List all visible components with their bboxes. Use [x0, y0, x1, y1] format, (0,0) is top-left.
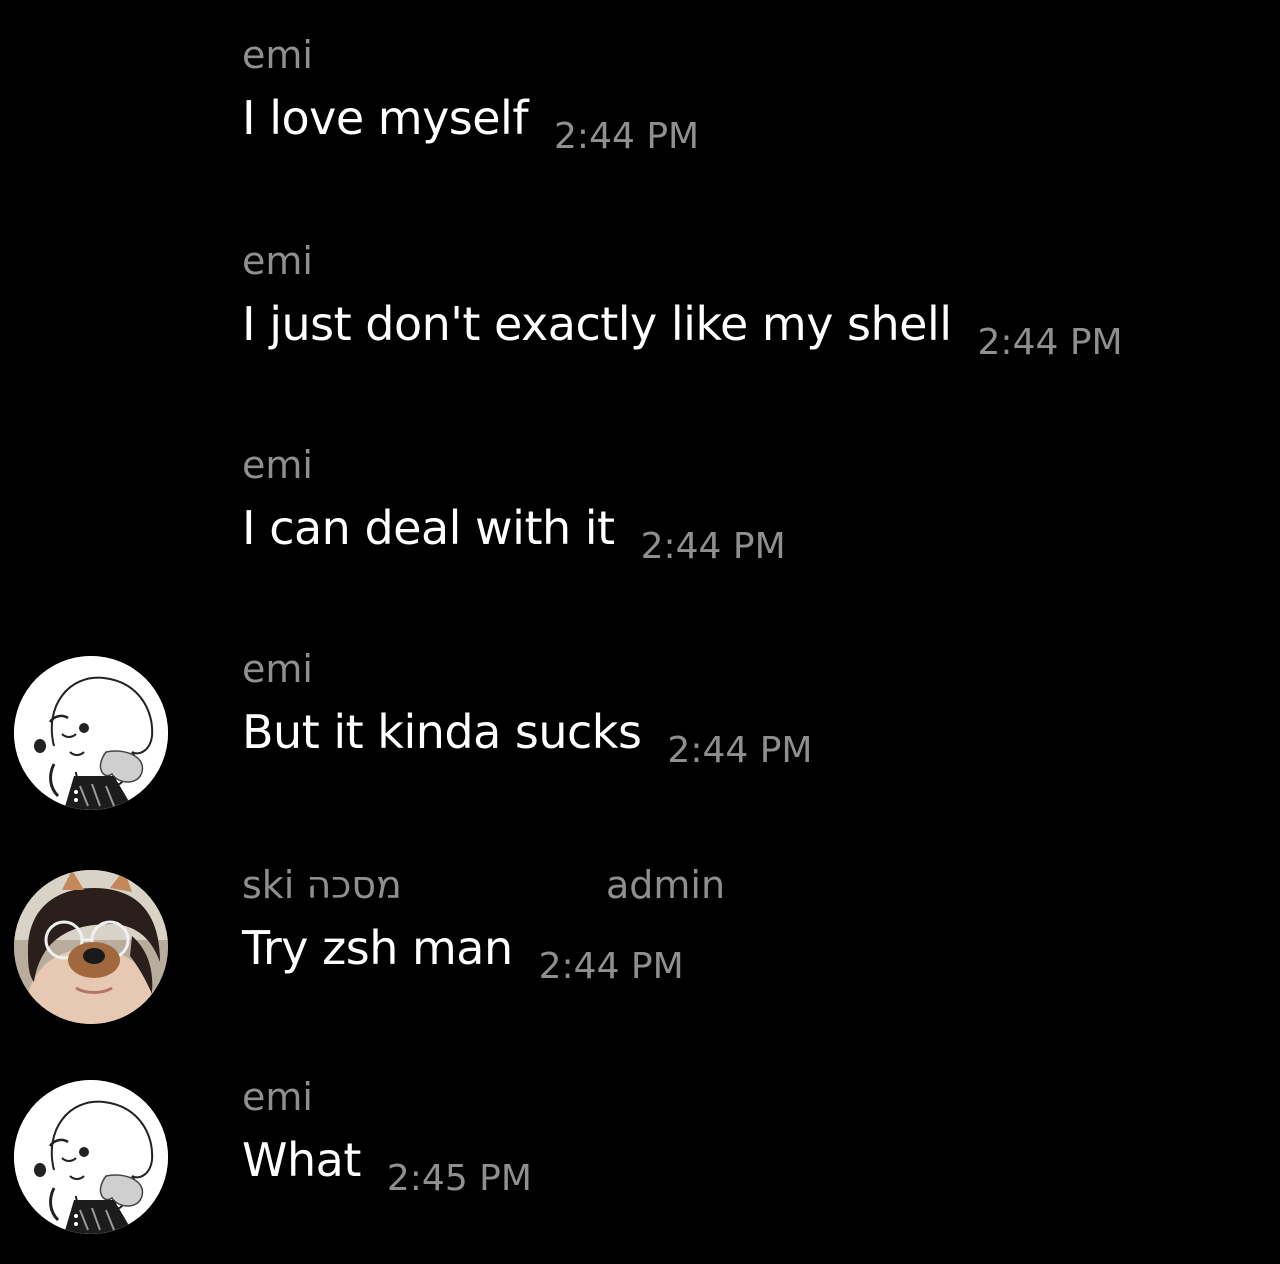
sender-row: emi [242, 1072, 313, 1122]
message[interactable]: ski מסכה admin Try zsh man 2:44 PM [0, 860, 1280, 1030]
message-text: Try zsh man [242, 921, 513, 975]
role-badge: admin [606, 863, 726, 907]
message-time: 2:44 PM [667, 730, 813, 771]
message-text: I can deal with it [242, 501, 615, 555]
message-time: 2:44 PM [538, 946, 684, 987]
message[interactable]: emi What 2:45 PM [0, 1072, 1280, 1242]
sender-name[interactable]: emi [242, 1075, 313, 1119]
sender-row: emi [242, 236, 313, 286]
chat-message-list[interactable]: emi I love myself 2:44 PM emi I just don'… [0, 0, 1280, 1264]
message-time: 2:44 PM [554, 116, 700, 157]
avatar-emi-drawing-icon [14, 1080, 168, 1234]
sender-row: emi [242, 644, 313, 694]
message[interactable]: emi But it kinda sucks 2:44 PM [0, 644, 1280, 814]
message-body: What 2:45 PM [242, 1130, 532, 1201]
avatar[interactable] [14, 656, 168, 810]
avatar-emi-drawing-icon [14, 656, 168, 810]
message-time: 2:45 PM [386, 1158, 532, 1199]
avatar-ski-photo-icon [14, 870, 168, 1024]
avatar[interactable] [14, 1080, 168, 1234]
message-body: I can deal with it 2:44 PM [242, 498, 786, 569]
sender-name[interactable]: emi [242, 33, 313, 77]
message-body: Try zsh man 2:44 PM [242, 918, 684, 989]
message-body: I love myself 2:44 PM [242, 88, 699, 159]
sender-row: emi [242, 30, 313, 80]
message-text: But it kinda sucks [242, 705, 642, 759]
message-body: But it kinda sucks 2:44 PM [242, 702, 812, 773]
sender-name[interactable]: emi [242, 443, 313, 487]
message-body: I just don't exactly like my shell 2:44 P… [242, 294, 1123, 365]
message-text: I just don't exactly like my shell [242, 297, 952, 351]
message-time: 2:44 PM [640, 526, 786, 567]
avatar[interactable] [14, 870, 168, 1024]
sender-name[interactable]: emi [242, 647, 313, 691]
sender-row: ski מסכה admin [242, 860, 762, 910]
message[interactable]: emi I just don't exactly like my shell 2:… [0, 236, 1280, 386]
message-text: I love myself [242, 91, 529, 145]
message[interactable]: emi I can deal with it 2:44 PM [0, 440, 1280, 590]
sender-name[interactable]: emi [242, 239, 313, 283]
message-text: What [242, 1133, 361, 1187]
sender-name[interactable]: ski מסכה [242, 863, 402, 907]
message-time: 2:44 PM [977, 322, 1123, 363]
sender-row: emi [242, 440, 313, 490]
message[interactable]: emi I love myself 2:44 PM [0, 30, 1280, 180]
